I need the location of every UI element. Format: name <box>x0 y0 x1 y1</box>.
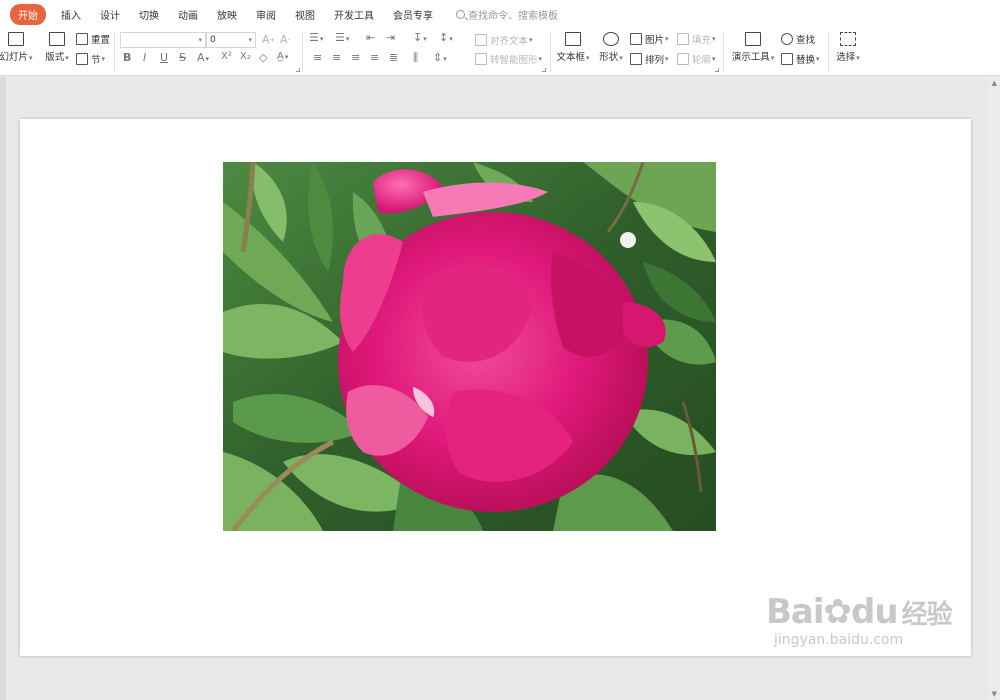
replace-button[interactable]: 替换 ▾ <box>781 52 820 66</box>
watermark-logo: Bai✿du 经验 <box>766 592 953 632</box>
font-shrink-button[interactable]: A- <box>280 33 290 46</box>
font-color-button[interactable]: A▾ <box>197 51 209 64</box>
bold-button[interactable]: B <box>123 51 131 64</box>
select-button[interactable]: 选择▾ <box>833 32 863 63</box>
subscript-button[interactable]: X₂ <box>240 51 251 62</box>
picture-button[interactable]: 图片 ▾ <box>630 32 669 46</box>
numbered-list-icon[interactable]: ☰▾ <box>335 31 349 44</box>
section-icon <box>76 53 88 65</box>
tab-slideshow[interactable]: 放映 <box>217 5 237 24</box>
layout-icon <box>49 32 65 46</box>
slide-canvas[interactable] <box>20 119 971 656</box>
tab-design[interactable]: 设计 <box>100 5 120 24</box>
reset-icon <box>76 33 88 45</box>
layout-button[interactable]: 版式▾ <box>42 32 72 63</box>
paw-icon: ✿ <box>823 592 852 632</box>
increase-indent-icon[interactable]: ⇥ <box>386 31 395 44</box>
new-slide-button[interactable]: 幻灯片▾ <box>0 32 36 63</box>
font-grow-button[interactable]: A + <box>262 33 275 46</box>
tab-insert[interactable]: 插入 <box>61 5 81 24</box>
text-direction-icon[interactable]: ↧▾ <box>413 31 427 44</box>
fill-button[interactable]: 填充 ▾ <box>677 32 716 46</box>
fill-icon <box>677 33 689 45</box>
paragraph-spacing-icon[interactable]: ⇕▾ <box>433 51 447 64</box>
select-icon <box>840 32 856 46</box>
align-left-icon[interactable]: ≡ <box>313 51 322 64</box>
tab-home[interactable]: 开始 <box>10 3 46 25</box>
shape-button[interactable]: 形状▾ <box>597 32 625 63</box>
presentation-tools-icon <box>745 32 761 46</box>
new-slide-icon <box>8 32 24 46</box>
strikethrough-button[interactable]: S <box>179 51 186 64</box>
smartart-icon <box>475 53 487 65</box>
reset-button[interactable]: 重置 <box>76 32 110 46</box>
font-name-select[interactable]: ▾ <box>120 32 206 48</box>
justify-icon[interactable]: ≡ <box>370 51 379 64</box>
arrange-icon <box>630 53 642 65</box>
line-spacing-icon[interactable]: ↕▾ <box>439 31 453 44</box>
scroll-up-icon[interactable]: ▲ <box>992 79 997 87</box>
decrease-indent-icon[interactable]: ⇤ <box>366 31 375 44</box>
char-spacing-icon[interactable]: A̲▾ <box>277 51 288 62</box>
presentation-tools-button[interactable]: 演示工具▾ <box>729 32 777 63</box>
tab-review[interactable]: 审阅 <box>256 5 276 24</box>
arrange-button[interactable]: 排列 ▾ <box>630 52 669 66</box>
align-text-button[interactable]: 对齐文本 ▾ <box>475 33 533 47</box>
baidu-jingyan-watermark: Bai✿du 经验 jingyan.baidu.com <box>766 592 953 648</box>
picture-icon <box>630 33 642 45</box>
watermark-url: jingyan.baidu.com <box>774 632 904 648</box>
tab-view[interactable]: 视图 <box>295 5 315 24</box>
section-button[interactable]: 节 ▾ <box>76 52 105 66</box>
superscript-button[interactable]: X² <box>221 51 232 62</box>
tab-developer[interactable]: 开发工具 <box>334 5 374 24</box>
ribbon-toolbar: 幻灯片▾ 版式▾ 重置 节 ▾ ▾ 0 ▾ A + A- B I U S A▾ X² … <box>0 28 1000 76</box>
font-size-select[interactable]: 0 ▾ <box>206 32 256 48</box>
distribute-icon[interactable]: ≣ <box>389 51 398 64</box>
command-search[interactable]: 查找命令、搜索模板 <box>456 7 558 22</box>
thumbnail-pane-edge[interactable] <box>0 77 6 700</box>
underline-button[interactable]: U <box>160 51 168 64</box>
peony-photo[interactable] <box>223 162 716 531</box>
find-button[interactable]: 查找 <box>781 32 815 46</box>
vertical-scrollbar[interactable]: ▲ ▼ <box>988 77 1000 700</box>
smartart-button[interactable]: 转智能图形 ▾ <box>475 52 542 66</box>
italic-button[interactable]: I <box>143 51 146 64</box>
tab-member[interactable]: 会员专享 <box>393 5 433 24</box>
columns-icon[interactable]: ⫼ <box>413 51 418 65</box>
outline-button[interactable]: 轮廓 ▾ <box>677 52 716 66</box>
tab-animations[interactable]: 动画 <box>178 5 198 24</box>
textbox-button[interactable]: 文本框▾ <box>555 32 591 63</box>
align-text-icon <box>475 34 487 46</box>
tab-transitions[interactable]: 切换 <box>139 5 159 24</box>
textbox-icon <box>565 32 581 46</box>
align-center-icon[interactable]: ≡ <box>332 51 341 64</box>
search-placeholder: 查找命令、搜索模板 <box>468 10 558 22</box>
menu-bar: 开始 插入 设计 切换 动画 放映 审阅 视图 开发工具 会员专享 查找命令、搜… <box>0 0 1000 28</box>
scroll-down-icon[interactable]: ▼ <box>992 690 997 698</box>
shape-icon <box>603 32 619 46</box>
bullet-list-icon[interactable]: ☰▾ <box>309 31 323 44</box>
clear-format-icon[interactable]: ◇ <box>259 51 267 64</box>
search-icon <box>456 9 465 19</box>
align-right-icon[interactable]: ≡ <box>351 51 360 64</box>
replace-icon <box>781 53 793 65</box>
outline-icon <box>677 53 689 65</box>
find-icon <box>781 33 793 45</box>
